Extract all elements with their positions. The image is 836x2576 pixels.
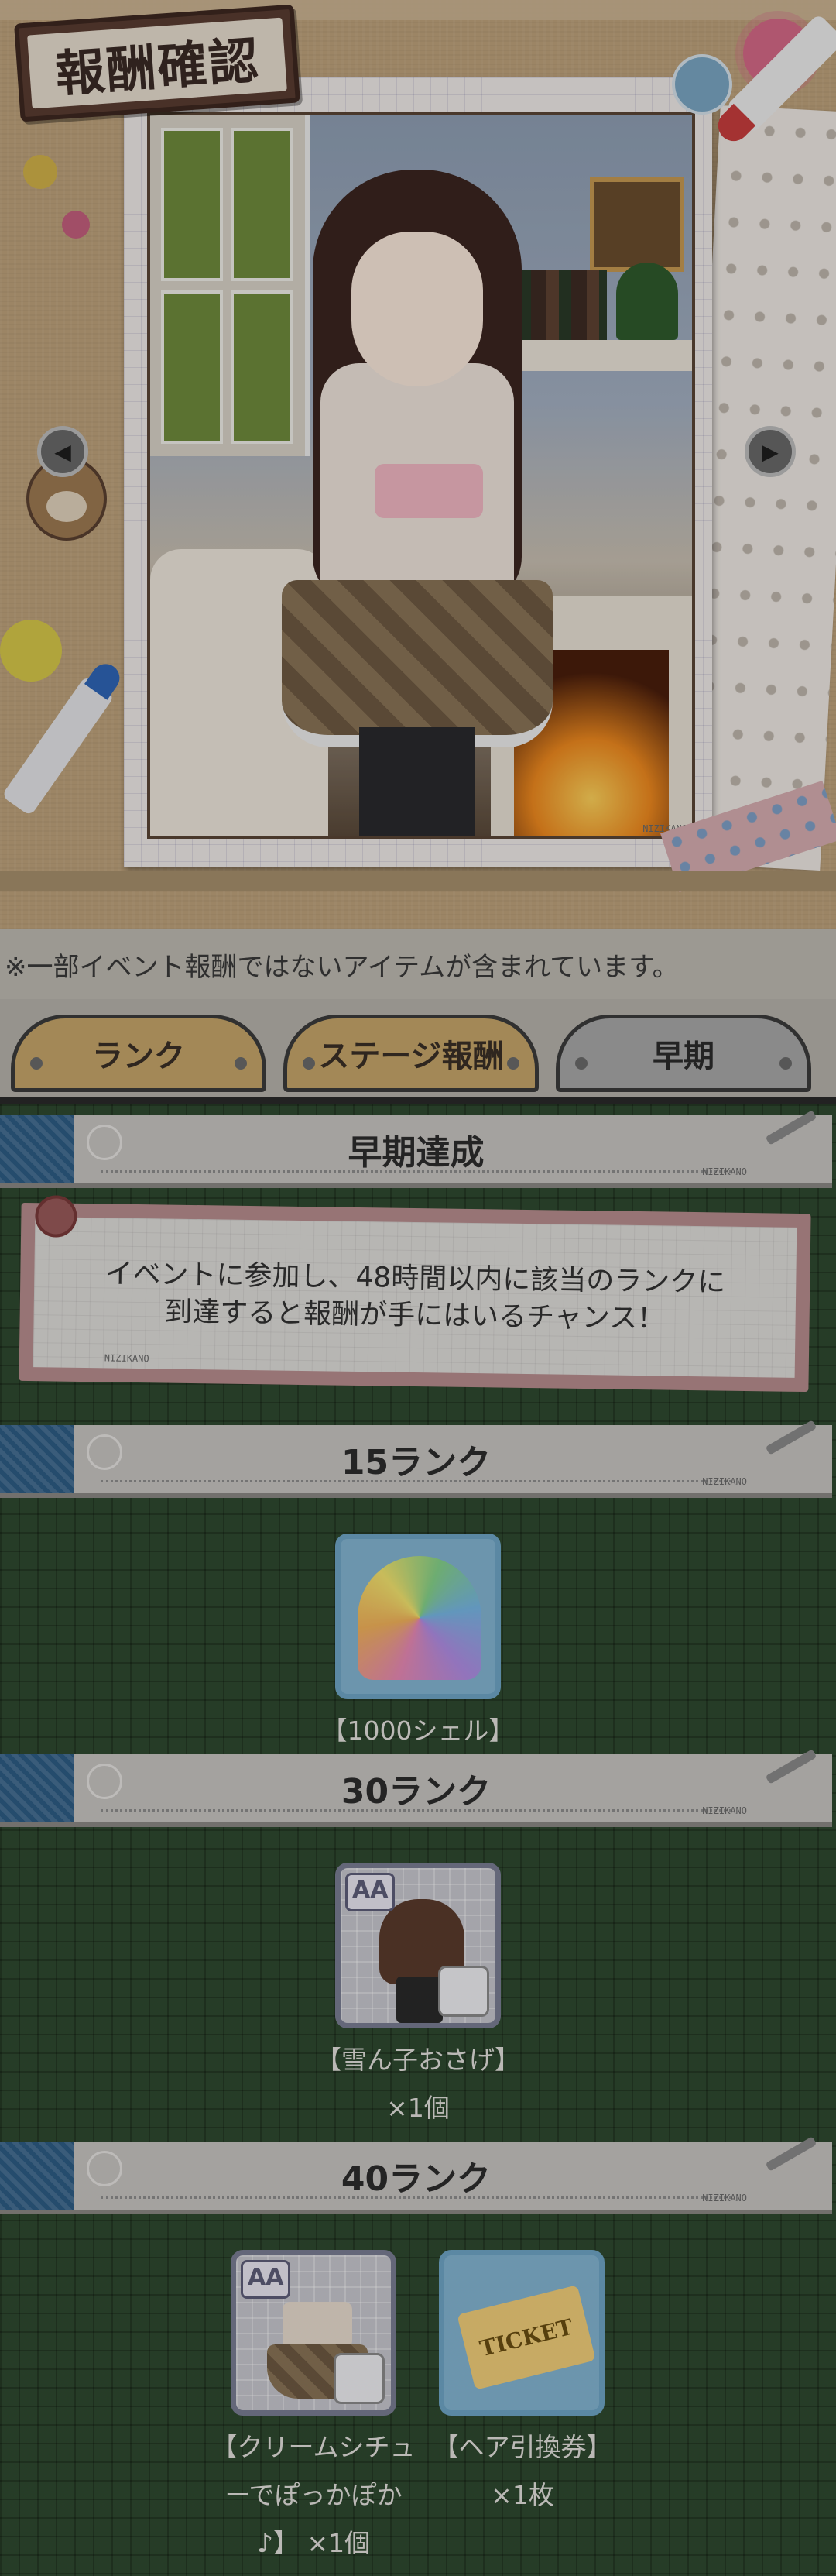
stitch-line — [101, 1480, 732, 1482]
section-title: 40ランク — [341, 2159, 492, 2199]
flower-outline-icon — [87, 1125, 122, 1160]
reward-tile-outfit[interactable]: AA — [231, 2250, 396, 2416]
title-plate: 報酬確認 — [14, 4, 300, 122]
tab-bar-divider — [0, 1097, 836, 1104]
ticket-icon: TICKET — [457, 2285, 596, 2390]
bottom-wood-strip — [0, 871, 836, 891]
stitch-line — [101, 1809, 732, 1812]
outfit-top-icon — [283, 2302, 352, 2348]
section-header-rank30: 30ランク NIZIKANO — [0, 1749, 832, 1822]
character-face — [351, 232, 483, 386]
section-title: 15ランク — [341, 1443, 492, 1482]
reward-name-line: ーでぽっかぽか — [224, 2480, 403, 2510]
chevron-left-icon: ◀ — [54, 438, 71, 465]
header-watermark: NIZIKANO — [702, 1476, 747, 1487]
reward-tile-hairstyle[interactable]: AA — [335, 1863, 501, 2028]
window-pane — [161, 128, 223, 281]
marker-pen-decoration — [1, 675, 115, 817]
header-tab-stub — [0, 1115, 77, 1183]
header-watermark: NIZIKANO — [702, 1166, 747, 1177]
badge-pin-decoration — [672, 54, 732, 115]
section-title: 30ランク — [341, 1772, 492, 1812]
chick-decoration — [0, 620, 62, 682]
window-pane — [161, 290, 223, 444]
early-info-card: イベントに参加し、48時間以内に該当のランクに 到達すると報酬が手にはいるチャン… — [19, 1195, 811, 1393]
header-watermark: NIZIKANO — [702, 2193, 747, 2203]
reward-name-line: ♪】 ×1個 — [256, 2528, 371, 2558]
notice-text: ※一部イベント報酬ではないアイテムが含まれています。 — [0, 929, 836, 999]
tab-rank[interactable]: ランク — [11, 1015, 266, 1092]
chevron-right-icon: ▶ — [762, 438, 779, 465]
reward-name-line: 【クリームシチュ — [211, 2432, 416, 2462]
card-watermark: NIZIKANO — [104, 1352, 149, 1365]
reward-quantity: ×1枚 — [491, 2480, 554, 2510]
character-legs — [359, 727, 475, 836]
shell-icon — [358, 1556, 481, 1680]
pencil-icon — [765, 2136, 817, 2172]
rarity-badge: AA — [241, 2260, 291, 2299]
tab-bar: ランク ステージ報酬 早期 — [0, 999, 836, 1100]
header-watermark: NIZIKANO — [702, 1805, 747, 1816]
section-header-rank15: 15ランク NIZIKANO — [0, 1420, 832, 1493]
plant-art — [616, 263, 678, 340]
candy-decoration — [62, 211, 90, 239]
header-tab-stub — [0, 1754, 77, 1822]
header-stub-edge — [74, 2142, 82, 2210]
header-stub-edge — [74, 1754, 82, 1822]
window-pane — [231, 128, 293, 281]
window-art — [150, 115, 310, 456]
tab-stage-reward[interactable]: ステージ報酬 — [283, 1015, 539, 1092]
page-title: 報酬確認 — [27, 17, 287, 109]
stitch-line — [101, 1170, 732, 1173]
header-stub-edge — [74, 1425, 82, 1493]
avatar-body-icon — [396, 1977, 443, 2023]
flower-outline-icon — [87, 1764, 122, 1799]
reward-quantity: ×1個 — [386, 2093, 450, 2123]
reward-name: 【1000シェル】 — [321, 1716, 515, 1746]
info-text-line: 到達すると報酬が手にはいるチャンス！ — [163, 1296, 666, 1335]
pencil-icon — [765, 1749, 817, 1784]
tab-early[interactable]: 早期 — [556, 1015, 811, 1092]
candy-box-art — [375, 464, 483, 518]
next-arrow-button[interactable]: ▶ — [745, 426, 796, 477]
header-tab-stub — [0, 2142, 77, 2210]
wall-clock-art — [590, 177, 684, 272]
flower-outline-icon — [87, 1434, 122, 1470]
character-illustration: NIZIKANO — [147, 112, 695, 839]
flower-outline-icon — [87, 2151, 122, 2186]
shirt-thumbnail-icon — [334, 2353, 385, 2404]
section-title: 早期達成 — [348, 1133, 485, 1173]
pencil-icon — [765, 1110, 817, 1145]
face-thumbnail-icon — [438, 1966, 489, 2017]
header-tab-stub — [0, 1425, 77, 1493]
header-stub-edge — [74, 1115, 82, 1183]
reward-tile-shell[interactable] — [335, 1534, 501, 1699]
stitch-line — [101, 2196, 732, 2199]
reward-name: 【ヘア引換券】 — [433, 2432, 612, 2462]
reward-name: 【雪ん子おさげ】 — [316, 2045, 520, 2075]
section-header-early: 早期達成 NIZIKANO — [0, 1110, 832, 1183]
window-pane — [231, 290, 293, 444]
rarity-badge: AA — [345, 1873, 396, 1911]
character-skirt — [282, 580, 553, 747]
pencil-icon — [765, 1420, 817, 1455]
reward-tile-ticket[interactable]: TICKET — [439, 2250, 605, 2416]
previous-arrow-button[interactable]: ◀ — [37, 426, 88, 477]
cork-board-header: NIZIKANO 報酬確認 ◀ ▶ — [0, 0, 836, 929]
section-header-rank40: 40ランク NIZIKANO — [0, 2136, 832, 2210]
candy-decoration — [23, 155, 57, 189]
